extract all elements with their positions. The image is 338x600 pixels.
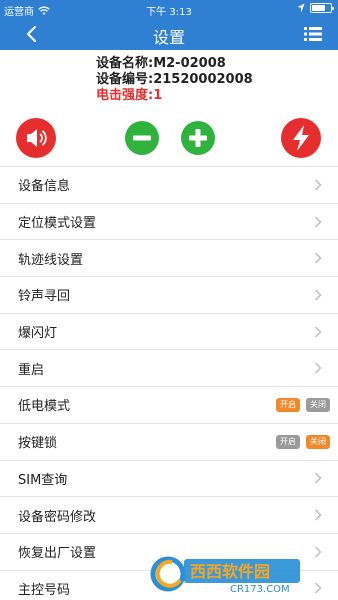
minus-icon xyxy=(125,121,159,155)
device-number: 设备编号:21520002008 xyxy=(96,72,253,87)
low-power-on-button[interactable]: 开启 xyxy=(276,397,300,412)
device-name: 设备名称:M2-02008 xyxy=(96,56,226,71)
chevron-right-icon xyxy=(314,179,322,191)
settings-item-ringtone-find[interactable]: 铃声寻回 xyxy=(0,276,338,313)
chevron-right-icon xyxy=(314,472,322,484)
settings-item-label: 轨迹线设置 xyxy=(18,252,84,268)
settings-item-label: SIM查询 xyxy=(18,472,68,488)
chevron-right-icon xyxy=(314,216,322,228)
settings-item-label: 低电模式 xyxy=(18,399,71,415)
settings-item-low-power: 低电模式 开启 关闭 xyxy=(0,386,338,423)
settings-item-label: 恢复出厂设置 xyxy=(18,546,97,562)
sound-button[interactable] xyxy=(16,118,56,158)
settings-item-restart[interactable]: 重启 xyxy=(0,349,338,386)
settings-item-label: 按键锁 xyxy=(18,436,58,452)
plus-icon xyxy=(181,121,215,155)
settings-item-label: 爆闪灯 xyxy=(18,326,58,342)
nav-bar: 设置 xyxy=(0,18,338,50)
decrease-button[interactable] xyxy=(122,118,162,158)
settings-item-label: 重启 xyxy=(18,362,45,378)
speaker-icon xyxy=(16,118,56,158)
battery-icon xyxy=(310,3,334,13)
chevron-right-icon xyxy=(314,362,322,374)
status-time: 下午 3:13 xyxy=(146,7,192,18)
settings-item-location-mode[interactable]: 定位模式设置 xyxy=(0,202,338,240)
settings-item-track-line[interactable]: 轨迹线设置 xyxy=(0,239,338,276)
watermark-domain: CR173.COM xyxy=(230,584,290,595)
chevron-right-icon xyxy=(314,289,322,301)
settings-item-label: 铃声寻回 xyxy=(18,289,71,305)
watermark-brand: 西西软件园 xyxy=(190,562,270,581)
status-bar: 运营商 下午 3:13 xyxy=(0,0,338,18)
key-lock-on-button[interactable]: 开启 xyxy=(276,434,300,449)
settings-item-label: 主控号码 xyxy=(18,582,71,598)
shock-button[interactable] xyxy=(281,118,321,158)
location-arrow-icon xyxy=(297,3,305,13)
page-title: 设置 xyxy=(152,28,185,47)
settings-item-label: 定位模式设置 xyxy=(18,216,97,232)
settings-item-key-lock: 按键锁 开启 关闭 xyxy=(0,422,338,460)
chevron-right-icon xyxy=(314,252,322,264)
settings-item-label: 设备密码修改 xyxy=(18,509,97,525)
settings-item-sim-query[interactable]: SIM查询 xyxy=(0,459,338,497)
menu-list-icon[interactable] xyxy=(304,26,322,42)
settings-list: 设备信息 定位模式设置 轨迹线设置 铃声寻回 爆闪灯 重启 低电模式 开启 关闭… xyxy=(0,166,338,600)
shock-strength: 电击强度:1 xyxy=(96,88,163,103)
device-info: 设备名称:M2-02008 设备编号:21520002008 电击强度:1 xyxy=(96,56,253,104)
low-power-toggle: 开启 关闭 xyxy=(276,397,330,412)
key-lock-toggle: 开启 关闭 xyxy=(276,434,330,449)
chevron-right-icon xyxy=(314,509,322,521)
key-lock-off-button[interactable]: 关闭 xyxy=(306,434,330,449)
settings-item-flash-light[interactable]: 爆闪灯 xyxy=(0,312,338,350)
lightning-icon xyxy=(281,118,321,158)
settings-item-password[interactable]: 设备密码修改 xyxy=(0,496,338,533)
watermark-logo: 西西软件园 CR173.COM xyxy=(150,556,300,595)
chevron-right-icon xyxy=(314,326,322,338)
settings-item-label: 设备信息 xyxy=(18,179,71,195)
increase-button[interactable] xyxy=(178,118,218,158)
settings-item-device-info[interactable]: 设备信息 xyxy=(0,166,338,203)
low-power-off-button[interactable]: 关闭 xyxy=(306,397,330,412)
